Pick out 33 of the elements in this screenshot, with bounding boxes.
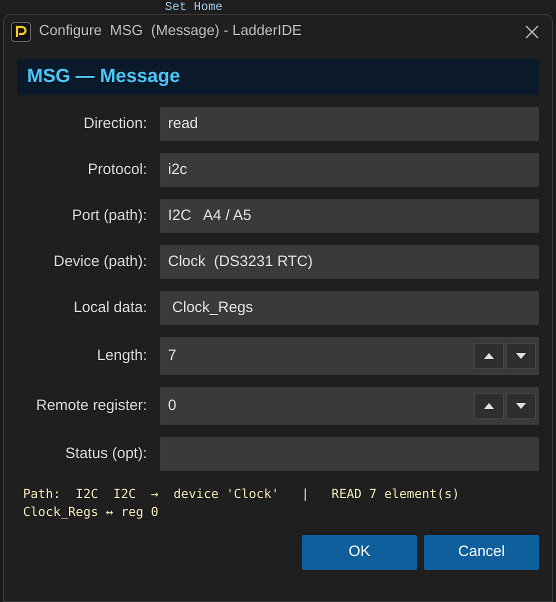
up-triangle-icon: [484, 353, 494, 359]
decrement-button[interactable]: [506, 343, 536, 369]
input-field[interactable]: I2C A4 / A5: [160, 199, 539, 233]
input-field[interactable]: read: [160, 107, 539, 141]
background-code-text: Set Home: [165, 1, 223, 14]
input-field[interactable]: Clock (DS3231 RTC): [160, 245, 539, 279]
field-label: Status (opt):: [64, 444, 147, 464]
down-triangle-icon: [516, 353, 526, 359]
section-header: MSG — Message: [17, 59, 539, 95]
field-label: Local data:: [72, 298, 147, 318]
field-label: Remote register:: [35, 396, 147, 416]
up-triangle-icon: [484, 403, 494, 409]
app-logo-icon: [11, 22, 31, 42]
down-triangle-icon: [516, 403, 526, 409]
field-label: Protocol:: [86, 160, 147, 180]
path-summary-text: Clock_Regs ↔ reg 0: [23, 503, 160, 521]
close-icon: [525, 25, 539, 39]
path-summary-text: Path: I2C I2C → device 'Clock' | READ 7 element(s): [23, 485, 460, 503]
spin-box[interactable]: 0: [160, 387, 539, 425]
cancel-button[interactable]: Cancel: [424, 535, 539, 570]
field-label: Device (path):: [52, 252, 147, 272]
decrement-button[interactable]: [506, 393, 536, 419]
field-label: Direction:: [82, 114, 147, 134]
spin-box[interactable]: 7: [160, 337, 539, 375]
window-title: Configure MSG (Message) - LadderIDE: [39, 22, 303, 42]
increment-button[interactable]: [474, 393, 504, 419]
input-field[interactable]: [160, 437, 539, 471]
field-label: Port (path):: [70, 206, 147, 226]
input-field[interactable]: Clock_Regs: [160, 291, 539, 325]
ok-button[interactable]: OK: [302, 535, 417, 570]
increment-button[interactable]: [474, 343, 504, 369]
input-field[interactable]: i2c: [160, 153, 539, 187]
field-label: Length:: [96, 346, 147, 366]
